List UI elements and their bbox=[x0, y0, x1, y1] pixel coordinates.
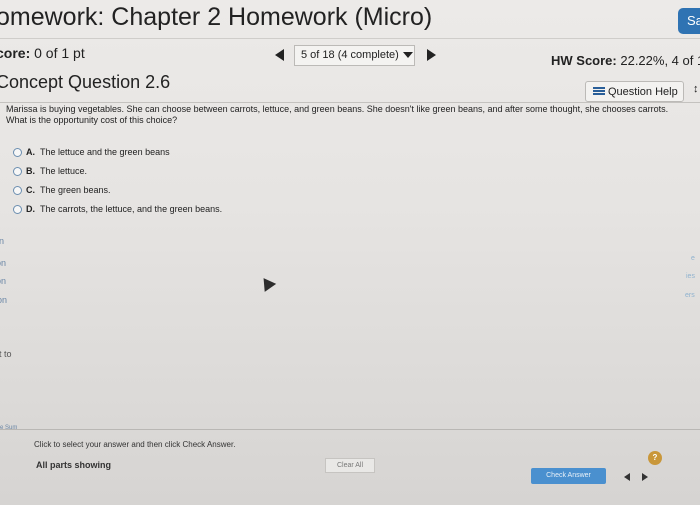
next-question-icon[interactable] bbox=[427, 49, 436, 61]
caret-down-icon bbox=[402, 52, 413, 59]
question-help-button[interactable]: Question Help bbox=[585, 81, 684, 102]
option-letter: B. bbox=[26, 166, 35, 176]
option-text: The carrots, the lettuce, and the green … bbox=[40, 204, 223, 214]
divider bbox=[0, 102, 700, 103]
mouse-cursor-icon bbox=[257, 274, 277, 292]
hw-score-label: HW Score: bbox=[551, 53, 617, 68]
concept-title: Concept Question 2.6 bbox=[0, 72, 171, 92]
side-fragment: on bbox=[0, 276, 7, 286]
side-fragment: e bbox=[691, 255, 695, 262]
option-letter: C. bbox=[26, 185, 35, 195]
radio-button[interactable] bbox=[13, 186, 22, 195]
list-icon bbox=[593, 87, 605, 96]
side-fragment: e Sum bbox=[0, 425, 18, 431]
option-letter: A. bbox=[26, 147, 35, 157]
footer-divider bbox=[0, 429, 700, 430]
score-bar: core: 0 of 1 pt 5 of 18 (4 complete) HW … bbox=[0, 38, 700, 72]
expand-icon[interactable]: ↕ bbox=[693, 83, 699, 95]
question-line: Marissa is buying vegetables. She can ch… bbox=[6, 104, 669, 114]
option-text: The lettuce. bbox=[40, 166, 88, 176]
score-value: 0 of 1 pt bbox=[34, 45, 85, 61]
side-fragment: on bbox=[0, 258, 7, 268]
option-text: The lettuce and the green beans bbox=[40, 147, 170, 157]
instruction-text: Click to select your answer and then cli… bbox=[34, 440, 236, 449]
save-button[interactable]: Sa bbox=[678, 8, 700, 34]
radio-button[interactable] bbox=[13, 148, 22, 157]
question-line: What is the opportunity cost of this cho… bbox=[6, 115, 178, 125]
hw-score: HW Score: 22.22%, 4 of 18 bbox=[551, 53, 700, 68]
clear-all-button[interactable]: Clear All bbox=[325, 458, 375, 473]
option-text: The green beans. bbox=[40, 185, 111, 195]
side-fragment: n bbox=[0, 236, 5, 246]
question-text: Marissa is buying vegetables. She can ch… bbox=[6, 104, 700, 126]
question-score: core: 0 of 1 pt bbox=[0, 45, 85, 61]
radio-button[interactable] bbox=[13, 167, 22, 176]
radio-button[interactable] bbox=[13, 205, 22, 214]
help-icon[interactable]: ? bbox=[648, 451, 662, 465]
score-label: core: bbox=[0, 45, 31, 61]
check-answer-button[interactable]: Check Answer bbox=[531, 468, 606, 484]
homework-page: omework: Chapter 2 Homework (Micro) Sa c… bbox=[0, 0, 700, 505]
option-letter: D. bbox=[26, 204, 35, 214]
side-fragment: on bbox=[0, 295, 8, 305]
question-selector[interactable]: 5 of 18 (4 complete) bbox=[294, 45, 415, 66]
question-help-label: Question Help bbox=[608, 86, 678, 98]
side-fragment: ers bbox=[685, 292, 695, 299]
page-title: omework: Chapter 2 Homework (Micro) bbox=[0, 3, 433, 31]
hw-score-value: 22.22%, 4 of 18 bbox=[620, 53, 700, 68]
question-selector-label: 5 of 18 (4 complete) bbox=[301, 49, 399, 61]
title-bar: omework: Chapter 2 Homework (Micro) Sa bbox=[0, 0, 700, 38]
previous-question-icon[interactable] bbox=[275, 49, 284, 61]
parts-showing-label[interactable]: All parts showing bbox=[36, 460, 111, 470]
side-fragment: t to bbox=[0, 349, 12, 359]
side-fragment: ies bbox=[686, 273, 695, 280]
next-icon[interactable] bbox=[642, 473, 648, 481]
previous-icon[interactable] bbox=[624, 473, 630, 481]
concept-bar: Concept Question 2.6 Question Help bbox=[0, 72, 700, 102]
